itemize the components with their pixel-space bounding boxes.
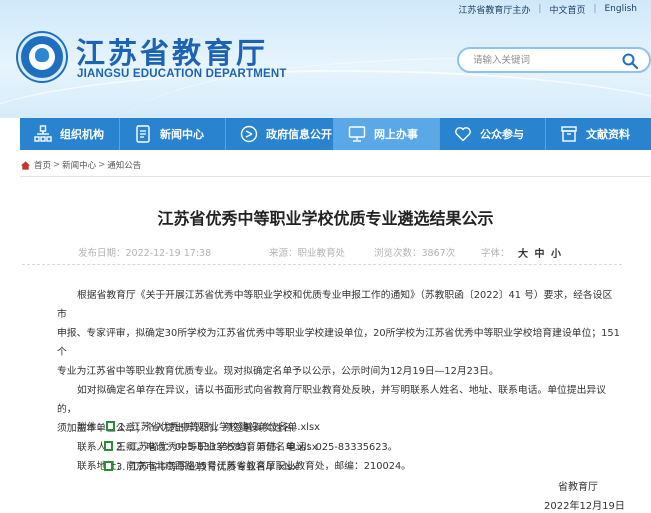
font-size-label: 字体： [481, 248, 510, 259]
article-source: 来源：职业教育处 [269, 248, 346, 259]
paragraph-line: 专业为江苏省中等职业教育优质专业。现对拟确定名单予以公示，公示时间为12月19日… [57, 366, 499, 377]
attachment-row: 3. 江苏省中等职业教育优质专业名单.xlsx [104, 459, 298, 473]
signature-date: 2022年12月19日 [544, 501, 625, 512]
breadcrumb-separator: > [53, 160, 61, 170]
site-subtitle: JIANGSU EDUCATION DEPARTMENT [77, 68, 287, 80]
nav-label: 公众参与 [480, 128, 524, 141]
font-size-small-button[interactable]: 小 [551, 249, 561, 260]
search-box[interactable] [457, 47, 651, 73]
nav-label: 文献资料 [586, 128, 630, 141]
excel-file-icon [104, 461, 113, 471]
attachment-row: 附件： 1. 江苏省优秀中等职业学校建设单位名单.xlsx [77, 419, 320, 433]
heart-icon [455, 127, 471, 142]
archive-icon [561, 126, 577, 142]
attachment-link[interactable]: 1. 江苏省优秀中等职业学校建设单位名单.xlsx [118, 419, 320, 433]
nav-label: 组织机构 [60, 128, 104, 141]
site-title[interactable]: 江苏省教育厅 [76, 30, 268, 72]
nav-item-org[interactable]: 组织机构 [20, 118, 120, 150]
nav-label: 新闻中心 [160, 128, 204, 141]
attachment-row: 2. 江苏省优秀中等职业学校培育单位名单.xlsx [104, 439, 318, 453]
attachment-link[interactable]: 2. 江苏省优秀中等职业学校培育单位名单.xlsx [116, 439, 318, 453]
jiangsu-education-emblem-icon[interactable] [18, 33, 66, 81]
paragraph-line: 如对拟确定名单存在异议，请以书面形式向省教育厅职业教育处反映，并写明联系人姓名、… [57, 385, 607, 415]
article-meta: 发布日期：2022-12-19 17:38 来源：职业教育处 浏览次数：3867… [78, 245, 618, 260]
org-chart-icon [34, 125, 52, 142]
divider [22, 264, 622, 265]
nav-item-news[interactable]: 新闻中心 [120, 118, 226, 150]
nav-item-public-participation[interactable]: 公众参与 [440, 118, 546, 150]
font-size-large-button[interactable]: 大 [518, 249, 528, 260]
breadcrumb-item-notice[interactable]: 通知公告 [107, 159, 141, 171]
breadcrumb-home[interactable]: 首页 [34, 159, 51, 171]
document-icon [136, 125, 150, 143]
nav-item-online-services[interactable]: 网上办事 [334, 118, 440, 150]
signature-org: 省教育厅 [558, 482, 598, 493]
nav-item-gov-info[interactable]: 政府信息公开 [226, 118, 334, 150]
attachments-label: 附件： [77, 422, 107, 433]
home-icon [20, 160, 31, 170]
chinese-home-link[interactable]: 中文首页 [541, 3, 593, 16]
breadcrumb: 首页 > 新闻中心 > 通知公告 [20, 158, 141, 172]
site-header: 江苏省教育厅主办 | 中文首页 | English 江苏省教育厅 JIANGSU… [0, 0, 651, 118]
divider [20, 176, 651, 177]
top-links: 江苏省教育厅主办 | 中文首页 | English [450, 2, 645, 16]
search-list-icon [240, 125, 258, 143]
english-link[interactable]: English [597, 4, 646, 14]
breadcrumb-item-news[interactable]: 新闻中心 [62, 159, 96, 171]
excel-file-icon [104, 441, 113, 451]
paragraph-line: 根据省教育厅《关于开展江苏省优秀中等职业学校和优质专业申报工作的通知》（苏教职函… [57, 290, 613, 320]
nav-label: 网上办事 [374, 128, 418, 141]
attachment-link[interactable]: 3. 江苏省中等职业教育优质专业名单.xlsx [116, 459, 298, 473]
main-nav: 组织机构 新闻中心 政府信息公开 网上办事 公众参与 文献资料 [20, 118, 651, 150]
nav-item-documents[interactable]: 文献资料 [546, 118, 651, 150]
search-input[interactable] [473, 52, 623, 68]
font-size-medium-button[interactable]: 中 [534, 249, 544, 260]
host-label: 江苏省教育厅主办 [458, 5, 531, 16]
publish-date: 发布日期：2022-12-19 17:38 [78, 248, 212, 259]
monitor-icon [348, 126, 366, 142]
view-count: 浏览次数：3867次 [374, 248, 456, 259]
search-icon[interactable] [621, 52, 639, 70]
font-size-controls: 大 中 小 [518, 245, 564, 260]
excel-file-icon [106, 421, 116, 431]
paragraph-line: 申报、专家评审，拟确定30所学校为江苏省优秀中等职业学校建设单位，20所学校为江… [57, 328, 620, 358]
breadcrumb-separator: > [98, 160, 106, 170]
article-title: 江苏省优秀中等职业学校优质专业遴选结果公示 [157, 209, 494, 228]
nav-label: 政府信息公开 [266, 128, 332, 141]
